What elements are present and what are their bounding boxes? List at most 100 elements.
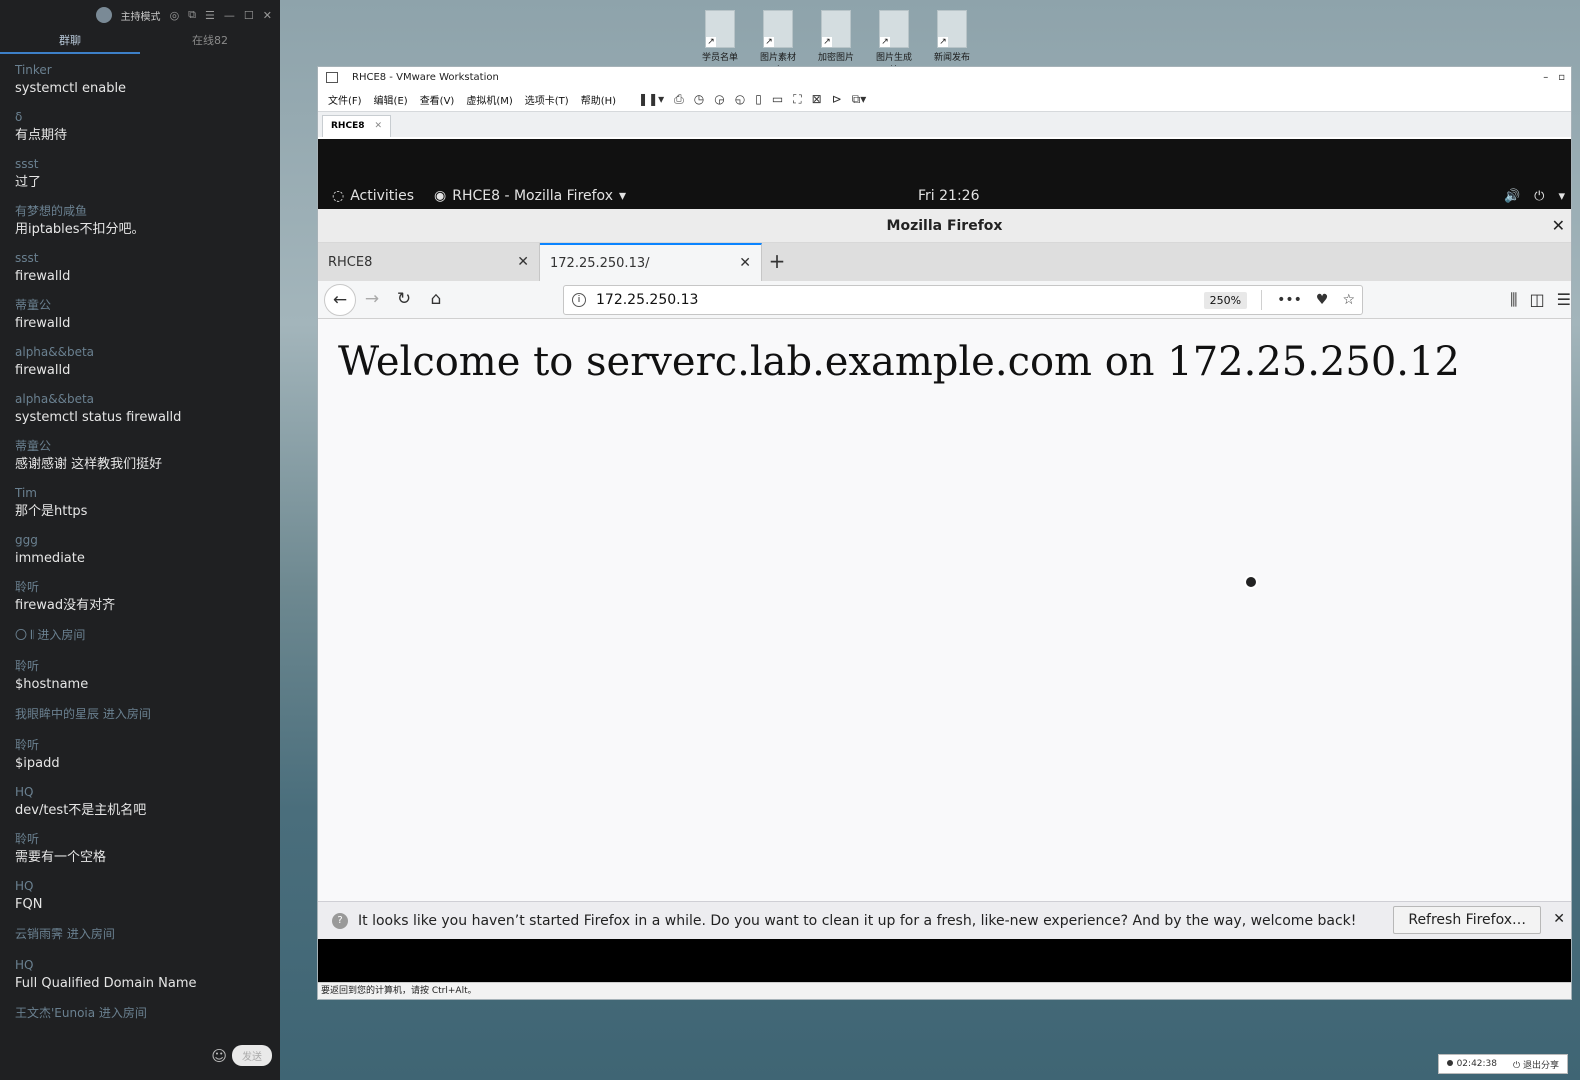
message-username[interactable]: 聆听: [15, 737, 280, 754]
snapshot-restore-icon[interactable]: ◶: [714, 92, 724, 107]
close-icon[interactable]: ✕: [517, 254, 529, 270]
menu-view[interactable]: 查看(V): [420, 92, 455, 107]
message-text: FQN: [15, 897, 43, 912]
chat-message: Tinker systemctl enable: [15, 62, 280, 98]
popout-icon[interactable]: ⧉: [188, 8, 196, 22]
message-username[interactable]: ssst: [15, 156, 280, 173]
sidebar-icon[interactable]: ◫: [1530, 285, 1545, 315]
bookmark-star-icon[interactable]: ☆: [1342, 292, 1355, 308]
menu-tabs[interactable]: 选项卡(T): [525, 92, 569, 107]
new-tab-button[interactable]: +: [762, 243, 792, 281]
snapshot-icon[interactable]: ◷: [694, 92, 704, 107]
chat-message: 蒂童公 firewalld: [15, 297, 280, 333]
send-button[interactable]: 发送: [232, 1045, 272, 1066]
settings-icon[interactable]: ◎: [170, 9, 180, 22]
pocket-icon[interactable]: ♥: [1316, 292, 1329, 308]
message-username[interactable]: Tim: [15, 485, 280, 502]
message-username[interactable]: alpha&&beta: [15, 344, 280, 361]
tab-group-chat[interactable]: 群聊: [0, 30, 140, 54]
shortcut-label: 学员名单: [701, 53, 738, 63]
activities-button[interactable]: ◌ Activities: [332, 188, 414, 204]
chat-input-area: ☺ 发送: [211, 1045, 272, 1066]
menu-vm[interactable]: 虚拟机(M): [466, 92, 512, 107]
library-icon[interactable]: ⫼: [1510, 285, 1517, 315]
message-username[interactable]: 聆听: [15, 658, 280, 675]
unity-icon[interactable]: ⊠: [812, 92, 822, 107]
chat-panel: 主持模式 ◎ ⧉ ☰ — ☐ ✕ 群聊 在线82 Tinker systemctl…: [0, 0, 280, 1080]
library-icon[interactable]: ▯: [755, 92, 762, 107]
close-icon[interactable]: ✕: [374, 116, 382, 137]
shortcut-label: 新闻发布: [933, 53, 970, 63]
close-icon[interactable]: ✕: [263, 9, 272, 22]
view-mode-icon[interactable]: ⧉▾: [852, 92, 867, 107]
exit-share-button[interactable]: ⏻ 退出分享: [1505, 1058, 1567, 1071]
vmware-statusbar: 要返回到您的计算机，请按 Ctrl+Alt。: [318, 982, 1571, 999]
thumbnail-icon[interactable]: ▭: [772, 92, 783, 107]
refresh-firefox-button[interactable]: Refresh Firefox…: [1393, 906, 1541, 934]
vmware-window: RHCE8 - VMware Workstation – ▫ 文件(F) 编辑(…: [317, 66, 1572, 1000]
message-username[interactable]: ssst: [15, 250, 280, 267]
menu-edit[interactable]: 编辑(E): [374, 92, 408, 107]
zoom-badge[interactable]: 250%: [1203, 291, 1248, 309]
url-bar[interactable]: i 172.25.250.13 250% ••• ♥ ☆: [563, 285, 1363, 315]
menu-file[interactable]: 文件(F): [328, 92, 362, 107]
send-ctrl-alt-del-icon[interactable]: ⎙: [674, 92, 684, 107]
message-username[interactable]: alpha&&beta: [15, 391, 280, 408]
chat-message: 聆听 $ipadd: [15, 737, 280, 773]
message-username[interactable]: HQ: [15, 784, 280, 801]
browser-tab[interactable]: RHCE8 ✕: [318, 243, 540, 281]
vmware-tab[interactable]: RHCE8 ✕: [322, 115, 392, 137]
app-menu[interactable]: ◉ RHCE8 - Mozilla Firefox ▾: [434, 188, 626, 204]
message-username[interactable]: 蒂童公: [15, 438, 280, 455]
message-username[interactable]: 蒂童公: [15, 297, 280, 314]
firefox-navbar: ← → ↻ ⌂ i 172.25.250.13 250% ••• ♥ ☆ ⫼ ◫…: [318, 281, 1571, 319]
close-icon[interactable]: ✕: [1553, 911, 1565, 927]
message-username[interactable]: ggg: [15, 532, 280, 549]
home-button[interactable]: ⌂: [420, 284, 452, 316]
message-username[interactable]: δ: [15, 109, 280, 126]
close-icon[interactable]: ✕: [1552, 209, 1565, 243]
forward-button[interactable]: →: [356, 284, 388, 316]
clock[interactable]: Fri 21:26: [918, 188, 979, 204]
volume-icon[interactable]: 🔊: [1504, 189, 1520, 204]
message-username[interactable]: Tinker: [15, 62, 280, 79]
chat-message: Tim 那个是https: [15, 485, 280, 521]
hamburger-menu-icon[interactable]: ☰: [1557, 285, 1571, 315]
fullscreen-icon[interactable]: ⛶: [793, 92, 801, 107]
minimize-icon[interactable]: —: [224, 9, 235, 22]
message-username[interactable]: HQ: [15, 878, 280, 895]
maximize-icon[interactable]: ▫: [1558, 72, 1565, 83]
browser-tab-active[interactable]: 172.25.250.13/ ✕: [540, 243, 762, 281]
activities-icon: ◌: [332, 188, 345, 204]
emoji-icon[interactable]: ☺: [211, 1047, 227, 1065]
message-username[interactable]: 聆听: [15, 831, 280, 848]
reload-button[interactable]: ↻: [388, 284, 420, 316]
message-username[interactable]: HQ: [15, 957, 280, 974]
menu-help[interactable]: 帮助(H): [581, 92, 616, 107]
chevron-down-icon[interactable]: ▾: [1558, 189, 1565, 204]
close-icon[interactable]: ✕: [739, 255, 751, 271]
message-username[interactable]: 聆听: [15, 579, 280, 596]
minimize-icon[interactable]: –: [1543, 72, 1548, 83]
shortcut-icon: [879, 10, 909, 48]
menu-icon[interactable]: ☰: [205, 9, 215, 22]
page-actions-icon[interactable]: •••: [1277, 292, 1302, 308]
message-text: firewalld: [15, 269, 71, 284]
snapshot-manager-icon[interactable]: ◵: [735, 92, 745, 107]
shortcut-icon: [763, 10, 793, 48]
vmware-tab-label: RHCE8: [331, 121, 365, 131]
avatar[interactable]: [95, 7, 112, 23]
power-icon[interactable]: ⏻: [1534, 189, 1544, 204]
firefox-title: Mozilla Firefox: [886, 218, 1003, 234]
info-icon[interactable]: i: [572, 293, 586, 307]
back-button[interactable]: ←: [324, 283, 356, 316]
chat-message: alpha&&beta firewalld: [15, 344, 280, 380]
maximize-icon[interactable]: ☐: [244, 9, 254, 22]
console-icon[interactable]: ⊳: [832, 92, 842, 107]
message-username[interactable]: 有梦想的咸鱼: [15, 203, 280, 220]
guest-screen[interactable]: ◌ Activities ◉ RHCE8 - Mozilla Firefox ▾…: [318, 139, 1571, 982]
pause-icon[interactable]: ❚❚▾: [638, 92, 664, 107]
tab-online[interactable]: 在线82: [140, 30, 280, 54]
chat-message: HQ dev/test不是主机名吧: [15, 784, 280, 820]
vmware-tabbar: RHCE8 ✕: [318, 111, 1571, 137]
